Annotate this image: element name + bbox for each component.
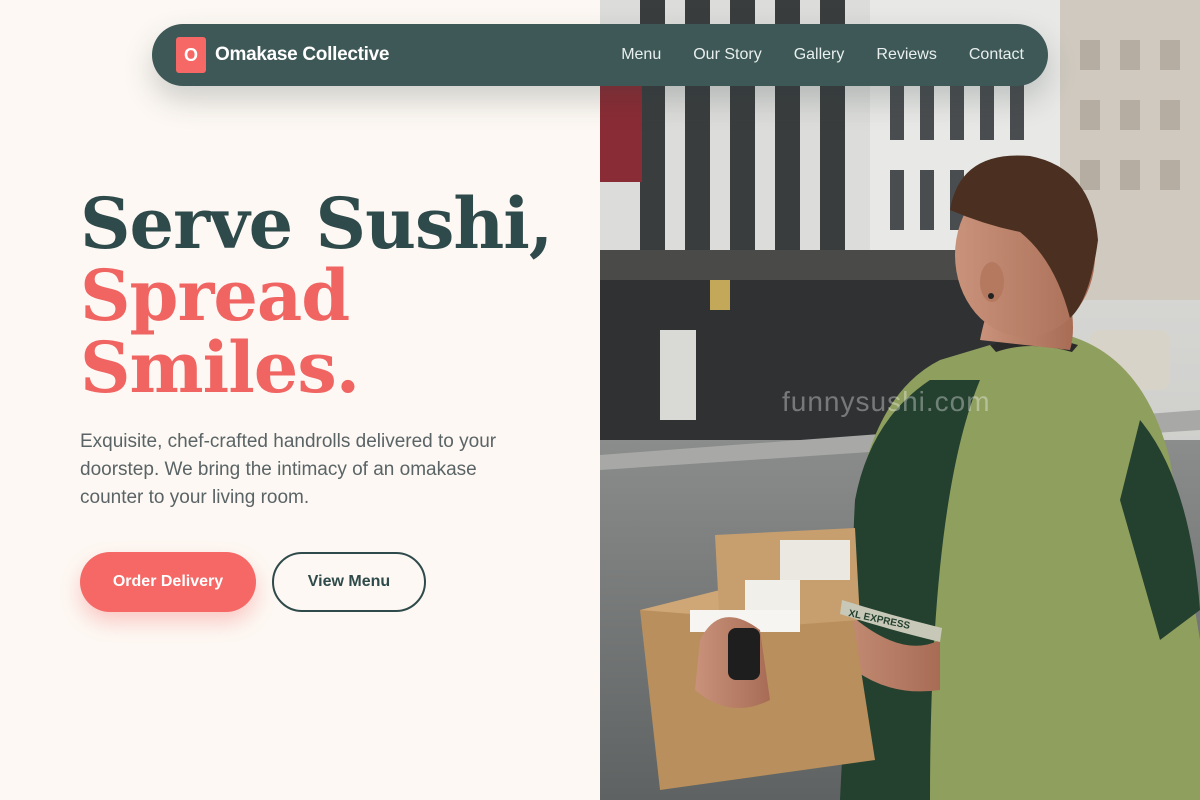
nav-link-our-story[interactable]: Our Story [693,46,761,64]
hero-photo: XL EXPRESS funnysushi.com [600,0,1200,800]
hero-headline: Serve Sushi, Spread Smiles. [80,182,553,409]
headline-line-1: Serve Sushi, [80,182,553,265]
hero-subcopy: Exquisite, chef-crafted handrolls delive… [80,431,497,508]
brand-name[interactable]: Omakase Collective [215,44,389,66]
headline-line-2: Spread [80,254,350,337]
order-delivery-button[interactable]: Order Delivery [80,552,256,612]
hero-section: Serve Sushi, Spread Smiles. Exquisite, c… [0,0,600,800]
nav-link-gallery[interactable]: Gallery [794,46,845,64]
top-navbar: O Omakase Collective Menu Our Story Gall… [152,24,1048,86]
view-menu-button[interactable]: View Menu [272,552,426,612]
nav-links: Menu Our Story Gallery Reviews Contact [621,46,1024,64]
nav-link-contact[interactable]: Contact [969,46,1024,64]
watermark-text: funnysushi.com [782,386,991,417]
nav-link-menu[interactable]: Menu [621,46,661,64]
logo-mark[interactable]: O [176,37,206,73]
headline-line-3: Smiles. [80,326,360,409]
nav-link-reviews[interactable]: Reviews [876,46,936,64]
